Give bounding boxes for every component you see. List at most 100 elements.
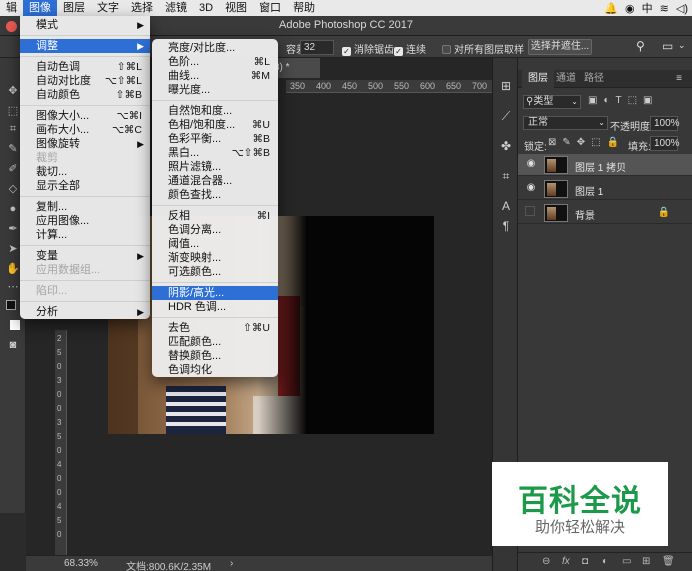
menu-item[interactable]: 模式 ▶ <box>20 18 150 32</box>
menu-item[interactable]: 显示全部 <box>20 179 150 193</box>
menu-item[interactable]: 计算... <box>20 228 150 242</box>
menu-item[interactable]: 自动对比度 ⌥⇧⌘L <box>20 74 150 88</box>
menu-item[interactable]: 替换颜色... <box>152 349 278 363</box>
contiguous-checkbox[interactable]: ✓ 连续 <box>394 41 426 56</box>
layer-filter-icons[interactable]: ▣◐T⬚▣ <box>588 95 659 106</box>
menu-item[interactable]: 黑白... ⌥⇧⌘B <box>152 146 278 160</box>
sample-all-layers-checkbox[interactable]: 对所有图层取样 <box>442 41 524 56</box>
menu-item[interactable]: 裁切... <box>20 165 150 179</box>
wifi-icon[interactable]: ≋ <box>660 2 669 15</box>
menu-2[interactable]: 图层 <box>57 0 91 16</box>
notification-icon[interactable]: 🔔 <box>604 2 618 15</box>
input-method-icon[interactable]: 中 <box>642 0 653 16</box>
workspace-icon[interactable]: ▭ <box>662 39 673 53</box>
menu-item[interactable]: 阴影/高光... <box>152 286 278 300</box>
menu-item[interactable]: 匹配颜色... <box>152 335 278 349</box>
menu-item[interactable]: 曲线... ⌘M <box>152 69 278 83</box>
adjustment-layer-icon[interactable]: ◐ <box>602 556 608 567</box>
blend-mode-select[interactable]: 正常 ⌄ <box>523 116 608 130</box>
menu-item[interactable]: 自然饱和度... <box>152 104 278 118</box>
menu-item[interactable]: 去色 ⇧⌘U <box>152 321 278 335</box>
menu-item[interactable]: 自动色调 ⇧⌘L <box>20 60 150 74</box>
puzzle-icon[interactable]: ✤ <box>498 138 514 154</box>
layer-row[interactable]: ◉ 图层 1 <box>518 178 692 200</box>
volume-icon[interactable]: ◁) <box>676 2 688 15</box>
eraser-tool-icon[interactable]: ◇ <box>6 182 20 196</box>
fill-input[interactable]: 100% <box>650 136 680 151</box>
panel-menu-icon[interactable]: ≡ <box>670 70 688 88</box>
crop-panel-icon[interactable]: ⌗ <box>498 168 514 184</box>
menu-item[interactable]: 分析 ▶ <box>20 305 150 319</box>
mask-icon[interactable]: ◘ <box>582 556 588 567</box>
background-color-swatch[interactable] <box>10 320 20 330</box>
menu-item[interactable]: 色调均化 <box>152 363 278 377</box>
brush-tool-icon[interactable]: ✐ <box>6 162 20 176</box>
menu-item[interactable]: 色阶... ⌘L <box>152 55 278 69</box>
menu-item[interactable]: 图像旋转 ▶ <box>20 137 150 151</box>
menu-1[interactable]: 图像 <box>23 0 57 16</box>
quick-mask-icon[interactable]: ◙ <box>6 338 20 352</box>
eye-hidden-icon[interactable] <box>525 206 535 216</box>
zoom-level[interactable]: 68.33% <box>64 558 98 569</box>
menu-item[interactable]: 阈值... <box>152 237 278 251</box>
opacity-input[interactable]: 100% <box>650 116 680 131</box>
status-arrow-icon[interactable]: › <box>230 558 233 569</box>
menu-8[interactable]: 窗口 <box>253 0 287 16</box>
fx-icon[interactable]: fx <box>562 556 570 567</box>
crop-tool-icon[interactable]: ⌗ <box>6 122 20 136</box>
chevron-down-icon[interactable]: ⌄ <box>678 40 686 51</box>
menu-7[interactable]: 视图 <box>219 0 253 16</box>
path-select-tool-icon[interactable]: ➤ <box>6 242 20 256</box>
tab-paths[interactable]: 路径 <box>578 70 610 88</box>
menu-item[interactable]: 通道混合器... <box>152 174 278 188</box>
menu-item[interactable]: 自动颜色 ⇧⌘B <box>20 88 150 102</box>
eye-icon[interactable]: ◉ <box>525 158 537 170</box>
menu-item[interactable]: 照片滤镜... <box>152 160 278 174</box>
layer-filter-select[interactable]: ⚲类型 ⌄ <box>523 95 581 109</box>
move-tool-icon[interactable]: ✥ <box>6 84 20 98</box>
link-icon[interactable]: ⊖ <box>542 556 550 567</box>
menu-item[interactable]: 色相/饱和度... ⌘U <box>152 118 278 132</box>
hand-tool-icon[interactable]: ✋ <box>6 262 20 276</box>
search-icon[interactable]: ⚲ <box>636 39 645 53</box>
tolerance-input[interactable]: 32 <box>300 40 334 55</box>
marquee-tool-icon[interactable]: ⬚ <box>6 104 20 118</box>
menu-item[interactable]: 画布大小... ⌥⌘C <box>20 123 150 137</box>
brush-settings-icon[interactable]: ⟋ <box>498 108 514 124</box>
folder-icon[interactable]: ▭ <box>622 556 631 567</box>
menu-item[interactable]: 反相 ⌘I <box>152 209 278 223</box>
layer-row[interactable]: ◉ 图层 1 拷贝 <box>518 154 692 176</box>
menu-4[interactable]: 选择 <box>125 0 159 16</box>
menu-item[interactable]: 变量 ▶ <box>20 249 150 263</box>
menu-item[interactable]: HDR 色调... <box>152 300 278 314</box>
dodge-tool-icon[interactable]: ● <box>6 202 20 216</box>
lock-icons[interactable]: ⊠✎✥⬚🔒 <box>548 137 625 148</box>
trash-icon[interactable]: 🗑 <box>662 556 675 567</box>
more-tools-icon[interactable]: ⋯ <box>6 280 20 294</box>
eye-icon[interactable]: ◉ <box>525 182 537 194</box>
menu-item[interactable]: 应用图像... <box>20 214 150 228</box>
window-close-button[interactable] <box>6 21 17 32</box>
layer-row[interactable]: 背景 🔒 <box>518 202 692 224</box>
character-panel-icon[interactable]: A <box>498 198 514 214</box>
menu-6[interactable]: 3D <box>193 0 219 16</box>
menu-item[interactable]: 颜色查找... <box>152 188 278 202</box>
select-and-mask-button[interactable]: 选择并遮住... <box>528 39 592 55</box>
menu-0[interactable]: 辑 <box>0 0 23 16</box>
menu-item[interactable]: 可选颜色... <box>152 265 278 279</box>
menu-item[interactable]: 复制... <box>20 200 150 214</box>
menu-9[interactable]: 帮助 <box>287 0 321 16</box>
menu-item[interactable]: 图像大小... ⌥⌘I <box>20 109 150 123</box>
eyedropper-tool-icon[interactable]: ✎ <box>6 142 20 156</box>
new-layer-icon[interactable]: ⊞ <box>642 556 650 567</box>
menu-3[interactable]: 文字 <box>91 0 125 16</box>
menu-item[interactable]: 色彩平衡... ⌘B <box>152 132 278 146</box>
history-panel-icon[interactable]: ⊞ <box>498 78 514 94</box>
antialias-checkbox[interactable]: ✓ 消除锯齿 <box>342 41 394 56</box>
menu-item[interactable]: 曝光度... <box>152 83 278 97</box>
pen-tool-icon[interactable]: ✒ <box>6 222 20 236</box>
menu-item[interactable]: 渐变映射... <box>152 251 278 265</box>
foreground-color-swatch[interactable] <box>6 300 16 310</box>
menu-5[interactable]: 滤镜 <box>159 0 193 16</box>
menu-item[interactable]: 调整 ▶ <box>20 39 150 53</box>
